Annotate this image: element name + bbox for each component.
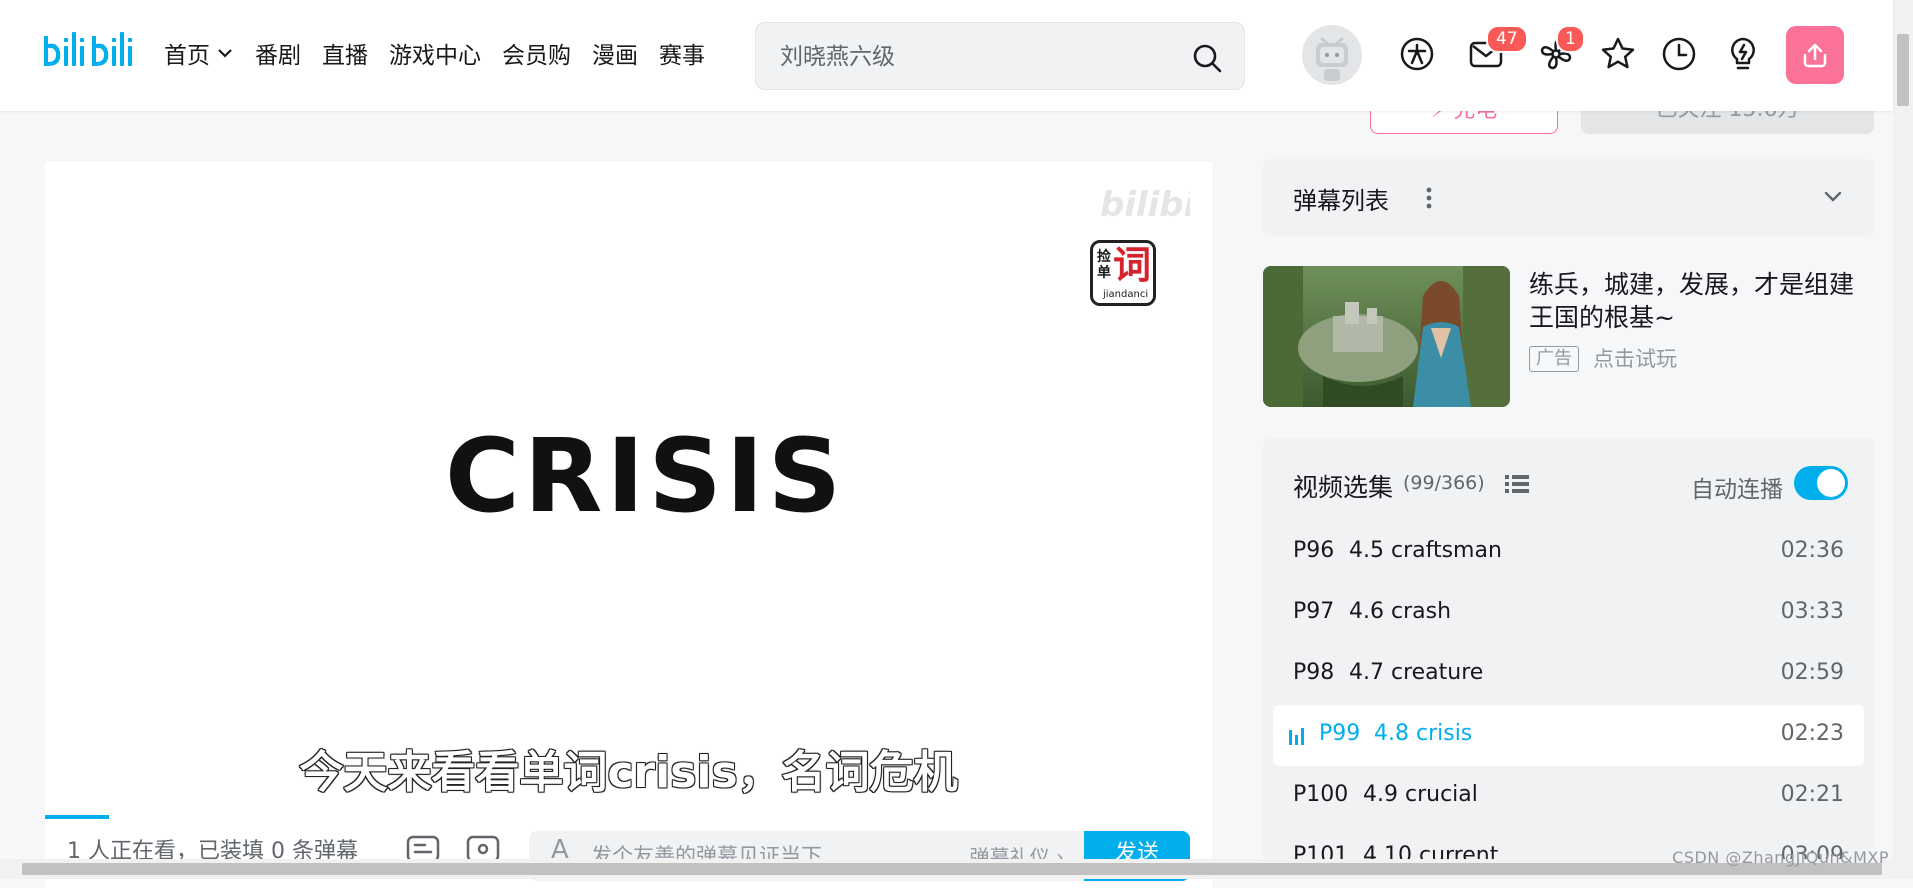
scrollbar-thumb[interactable] (22, 863, 1882, 875)
video-subtitle: 今天来看看单词crisis，名词危机 (45, 736, 1212, 800)
playlist-title: 视频选集 (1293, 473, 1394, 502)
search-icon[interactable] (1190, 41, 1224, 75)
toggle-knob (1817, 469, 1845, 497)
nav-label: 直播 (322, 43, 368, 69)
episode-title: 4.9 crucial (1363, 782, 1478, 807)
nav-label: 赛事 (659, 43, 705, 69)
episode-title: 4.8 crisis (1374, 721, 1473, 746)
upload-icon (1803, 43, 1827, 68)
nav-item-anime[interactable]: 番剧 (255, 36, 301, 70)
episode-duration: 02:36 (1780, 538, 1844, 563)
horizontal-scrollbar[interactable] (0, 859, 1913, 879)
top-header: 首页 番剧 直播 游戏中心 会员购 漫画 赛事 47 (0, 0, 1893, 111)
playlist-item[interactable]: P100 4.9 crucial 02:21 (1263, 766, 1874, 827)
ad-thumbnail[interactable] (1263, 266, 1510, 407)
episode-title: 4.5 craftsman (1349, 538, 1502, 563)
watermark-text: bilibili (1100, 185, 1190, 224)
episode-number: P97 (1293, 599, 1335, 624)
ad-cta-link[interactable]: 点击试玩 (1593, 346, 1677, 372)
ad-image (1263, 266, 1510, 407)
scrollbar-thumb[interactable] (1897, 34, 1909, 106)
playlist-count: (99/366) (1403, 472, 1485, 494)
playlist-items: P96 4.5 craftsman 02:36 P97 4.6 crash 03… (1263, 522, 1874, 888)
message-badge: 47 (1486, 25, 1528, 53)
nav-item-live[interactable]: 直播 (322, 36, 368, 70)
autoplay-label: 自动连播 (1691, 477, 1783, 503)
episode-number: P99 (1319, 721, 1361, 746)
channel-logo: 捡单 词 jiandanci (1090, 240, 1156, 306)
episode-duration: 02:21 (1780, 782, 1844, 807)
list-view-icon[interactable] (1505, 473, 1529, 495)
nav-label: 会员购 (502, 43, 571, 69)
chevron-down-icon[interactable] (1822, 185, 1844, 207)
avatar[interactable] (1302, 25, 1362, 85)
nav-item-home[interactable]: 首页 (164, 36, 234, 70)
channel-logo-line: 捡单 (1097, 249, 1111, 281)
nav-label: 首页 (164, 43, 210, 69)
avatar-default-icon (1316, 37, 1348, 81)
bilibili-watermark: bilibili (1100, 185, 1190, 224)
favorite-icon[interactable] (1598, 34, 1638, 74)
search-box (755, 22, 1245, 90)
playlist-item[interactable]: P97 4.6 crash 03:33 (1263, 583, 1874, 644)
chevron-down-icon (218, 49, 232, 58)
nav-item-esports[interactable]: 赛事 (659, 36, 705, 70)
subtitle-text: 今天来看看单词crisis，名词危机 (299, 746, 959, 799)
vertical-scrollbar[interactable] (1893, 0, 1913, 879)
nav-item-mall[interactable]: 会员购 (502, 36, 571, 70)
nav-label: 漫画 (592, 43, 638, 69)
nav-label: 番剧 (255, 43, 301, 69)
creation-icon[interactable] (1723, 34, 1763, 74)
playlist-item-active[interactable]: P99 4.8 crisis 02:23 (1273, 705, 1864, 766)
csdn-watermark: CSDN @ZhangJiQun&MXP (1672, 848, 1889, 867)
episode-number: P98 (1293, 660, 1335, 685)
ad-card[interactable]: 练兵，城建，发展，才是组建王国的根基~ 广告 点击试玩 (1263, 266, 1874, 408)
now-playing-icon (1289, 728, 1304, 745)
episode-title: 4.7 creature (1349, 660, 1484, 685)
playlist-item[interactable]: P96 4.5 craftsman 02:36 (1263, 522, 1874, 583)
video-word: CRISIS (445, 417, 846, 536)
vip-icon[interactable] (1397, 34, 1437, 74)
channel-logo-char: 词 (1113, 243, 1152, 287)
ad-title[interactable]: 练兵，城建，发展，才是组建王国的根基~ (1529, 268, 1874, 334)
more-vertical-icon[interactable] (1423, 183, 1435, 213)
main-nav: 首页 番剧 直播 游戏中心 会员购 漫画 赛事 (164, 36, 726, 70)
bilibili-logo[interactable] (40, 26, 150, 82)
video-player[interactable]: bilibili 捡单 词 jiandanci CRISIS 今天来看看单词cr… (45, 162, 1212, 888)
history-icon[interactable] (1659, 34, 1699, 74)
playlist-item[interactable]: P98 4.7 creature 02:59 (1263, 644, 1874, 705)
dynamic-badge: 1 (1556, 25, 1585, 53)
ad-tag: 广告 (1529, 346, 1579, 372)
search-input[interactable] (778, 37, 1172, 77)
episode-title: 4.6 crash (1349, 599, 1452, 624)
episode-duration: 02:59 (1780, 660, 1844, 685)
autoplay-toggle[interactable] (1794, 466, 1848, 500)
channel-logo-caption: jiandanci (1103, 289, 1149, 300)
nav-label: 游戏中心 (389, 43, 481, 69)
danmaku-list-title: 弹幕列表 (1293, 187, 1389, 215)
progress-bar[interactable] (45, 815, 109, 819)
nav-item-manga[interactable]: 漫画 (592, 36, 638, 70)
episode-duration: 03:33 (1780, 599, 1844, 624)
upload-button[interactable] (1786, 26, 1844, 84)
video-playlist: 视频选集 (99/366) 自动连播 P96 4.5 craftsman 02:… (1263, 438, 1874, 879)
episode-duration: 02:23 (1780, 721, 1844, 746)
episode-number: P100 (1293, 782, 1349, 807)
danmaku-list-header[interactable]: 弹幕列表 (1263, 159, 1874, 236)
episode-number: P96 (1293, 538, 1335, 563)
nav-item-game-center[interactable]: 游戏中心 (389, 36, 481, 70)
